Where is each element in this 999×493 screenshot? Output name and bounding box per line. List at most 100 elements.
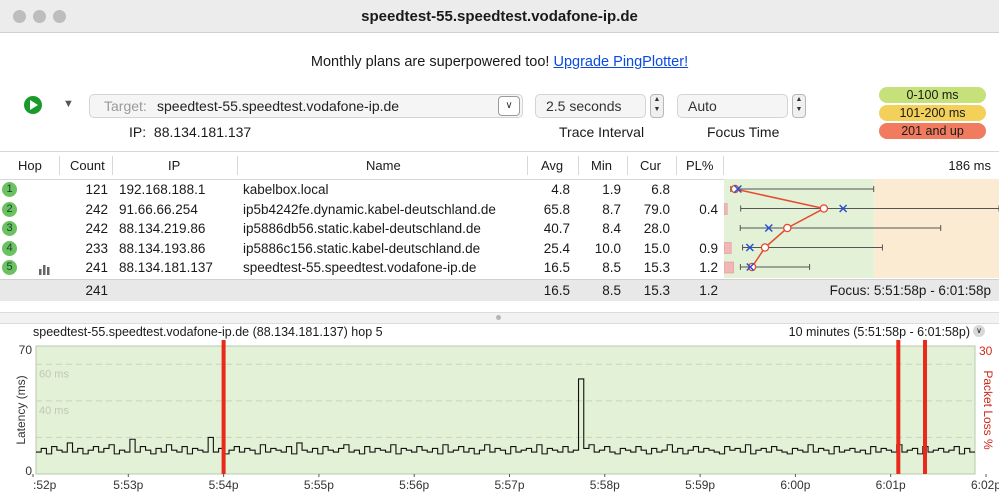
target-dropdown-button[interactable]: ∨ bbox=[498, 96, 520, 116]
col-hop[interactable]: Hop bbox=[18, 158, 42, 173]
x-tick-label: 5:54p bbox=[209, 478, 239, 492]
legend-pill: 0-100 ms bbox=[879, 87, 986, 103]
legend-pill: 101-200 ms bbox=[879, 105, 986, 121]
table-row[interactable]: 5 241 88.134.181.137 speedtest-55.speedtest… bbox=[0, 258, 724, 278]
cell-count: 233 bbox=[85, 240, 108, 256]
avg-marker bbox=[783, 223, 792, 233]
packet-loss-marker bbox=[221, 340, 226, 474]
cell-name: ip5b4242fe.dynamic.kabel-deutschland.de bbox=[243, 201, 496, 217]
target-field[interactable]: Target: speedtest-55.speedtest.vodafone-… bbox=[89, 94, 523, 118]
trace-interval-value: 2.5 seconds bbox=[546, 98, 622, 114]
packet-loss-bar bbox=[724, 261, 734, 274]
cell-avg: 16.5 bbox=[543, 260, 570, 275]
cell-avg: 4.8 bbox=[551, 182, 570, 197]
summary-cur: 15.3 bbox=[643, 283, 670, 298]
start-trace-button[interactable] bbox=[24, 96, 42, 114]
cell-min: 8.4 bbox=[602, 221, 621, 236]
hop-number: 5 bbox=[2, 260, 17, 275]
cell-pl: 0.4 bbox=[699, 201, 718, 217]
table-row[interactable]: 1 121 192.168.188.1 kabelbox.local 4.8 1.9 6.8 bbox=[0, 180, 724, 200]
y-axis-label: Latency (ms) bbox=[14, 375, 28, 444]
cell-avg: 40.7 bbox=[543, 221, 570, 236]
ip-readout: IP: 88.134.181.137 bbox=[129, 124, 251, 140]
col-cur[interactable]: Cur bbox=[640, 158, 661, 173]
cell-min: 8.5 bbox=[602, 260, 621, 275]
col-min[interactable]: Min bbox=[591, 158, 612, 173]
cell-count: 241 bbox=[85, 260, 108, 275]
y2-axis-label: Packet Loss % bbox=[981, 370, 995, 450]
time-graph[interactable]: 60 ms 40 ms 70 0 30 Latency (ms) Packet Loss %… bbox=[0, 338, 999, 493]
target-input[interactable]: speedtest-55.speedtest.vodafone-ip.de bbox=[157, 98, 399, 114]
packet-loss-bar bbox=[724, 242, 732, 254]
table-row[interactable]: 2 242 91.66.66.254 ip5b4242fe.dynamic.kabel… bbox=[0, 200, 724, 220]
table-row[interactable]: 3 242 88.134.219.86 ip5886db56.static.kabel… bbox=[0, 219, 724, 239]
table-header: Hop Count IP Name Avg Min Cur PL% 186 ms bbox=[0, 151, 999, 180]
summary-pl: 1.2 bbox=[699, 283, 718, 298]
cell-count: 242 bbox=[85, 201, 108, 217]
gridline-label: 60 ms bbox=[39, 368, 69, 380]
x-tick-label: 5:58p bbox=[590, 478, 620, 492]
summary-count: 241 bbox=[85, 283, 108, 298]
cell-name: speedtest-55.speedtest.vodafone-ip.de bbox=[243, 260, 477, 275]
col-pl[interactable]: PL% bbox=[686, 158, 713, 173]
cell-cur: 6.8 bbox=[651, 182, 670, 197]
cell-min: 10.0 bbox=[594, 240, 621, 256]
legend-pill: 201 and up bbox=[879, 123, 986, 139]
cell-ip: 192.168.188.1 bbox=[119, 182, 206, 197]
cell-cur: 15.3 bbox=[643, 260, 670, 275]
cell-ip: 91.66.66.254 bbox=[119, 201, 198, 217]
focus-time-select[interactable]: Auto bbox=[677, 94, 788, 118]
hop-number: 4 bbox=[2, 240, 17, 256]
cell-ip: 88.134.219.86 bbox=[119, 221, 206, 236]
cell-name: ip5886db56.static.kabel-deutschland.de bbox=[243, 221, 481, 236]
bar-chart-icon[interactable] bbox=[39, 263, 50, 278]
x-tick-label: 6:00p bbox=[780, 478, 810, 492]
chevron-down-icon[interactable]: ∨ bbox=[973, 325, 985, 337]
x-tick-label: 6:02p bbox=[971, 478, 999, 492]
col-avg[interactable]: Avg bbox=[541, 158, 563, 173]
cell-avg: 65.8 bbox=[543, 201, 570, 217]
chevron-down-icon[interactable]: ▼ bbox=[63, 98, 74, 110]
packet-loss-marker bbox=[896, 340, 901, 474]
chevron-down-icon: ∨ bbox=[505, 100, 513, 111]
avg-marker bbox=[819, 204, 829, 213]
x-tick-label: 5:59p bbox=[685, 478, 715, 492]
cell-min: 1.9 bbox=[602, 182, 621, 197]
hop-latency-graph[interactable] bbox=[724, 179, 999, 278]
cell-pl: 1.2 bbox=[699, 260, 718, 275]
summary-row: 241 16.5 8.5 15.3 1.2 Focus: 5:51:58p - … bbox=[0, 279, 999, 301]
cell-name: kabelbox.local bbox=[243, 182, 329, 197]
window-title: speedtest-55.speedtest.vodafone-ip.de bbox=[361, 8, 638, 25]
packet-loss-bar bbox=[724, 203, 728, 215]
pane-splitter[interactable] bbox=[0, 312, 999, 324]
focus-time-label: Focus Time bbox=[707, 124, 780, 140]
trace-interval-select[interactable]: 2.5 seconds bbox=[535, 94, 646, 118]
cell-count: 242 bbox=[85, 221, 108, 236]
x-tick-label: 5:56p bbox=[399, 478, 429, 492]
col-name[interactable]: Name bbox=[366, 158, 401, 173]
cell-ip: 88.134.181.137 bbox=[119, 260, 213, 275]
graph-time-range[interactable]: 10 minutes (5:51:58p - 6:01:58p) bbox=[789, 325, 970, 339]
cell-count: 121 bbox=[85, 182, 108, 197]
y-tick-label: 70 bbox=[19, 343, 33, 357]
upgrade-link[interactable]: Upgrade PingPlotter! bbox=[554, 54, 689, 70]
target-label: Target: bbox=[104, 98, 147, 114]
x-tick-label: 5:55p bbox=[304, 478, 334, 492]
summary-min: 8.5 bbox=[602, 283, 621, 298]
x-tick-label: 6:01p bbox=[876, 478, 906, 492]
graph-title: speedtest-55.speedtest.vodafone-ip.de (8… bbox=[33, 325, 383, 339]
cell-cur: 15.0 bbox=[643, 240, 670, 256]
table-row[interactable]: 4 233 88.134.193.86 ip5886c156.static.kabel… bbox=[0, 239, 724, 259]
focus-time-value: Auto bbox=[688, 98, 717, 114]
focus-range: Focus: 5:51:58p - 6:01:58p bbox=[829, 283, 991, 298]
cell-name: ip5886c156.static.kabel-deutschland.de bbox=[243, 240, 481, 256]
focus-time-stepper[interactable]: ▲ ▼ bbox=[792, 94, 806, 118]
trace-interval-stepper[interactable]: ▲ ▼ bbox=[650, 94, 664, 118]
promo-text: Monthly plans are superpowered too! bbox=[310, 54, 550, 70]
packet-loss-marker bbox=[923, 340, 928, 474]
col-ip[interactable]: IP bbox=[168, 158, 180, 173]
hop-number: 1 bbox=[2, 182, 17, 197]
col-latency-scale: 186 ms bbox=[948, 158, 991, 173]
col-count[interactable]: Count bbox=[70, 158, 105, 173]
y-tick-label: 0 bbox=[25, 464, 32, 478]
